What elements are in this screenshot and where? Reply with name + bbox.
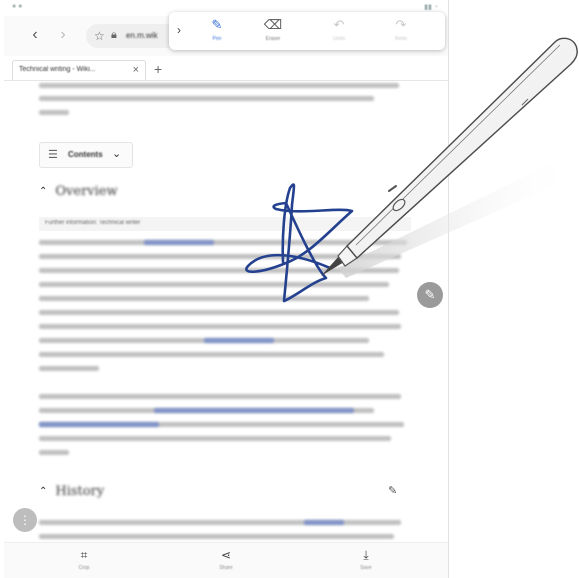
screen: ● ● ▮▮ ◔ ‹ › ☆ 🔒︎ en.m.wik Technical wri… bbox=[0, 0, 579, 578]
drawing-overlay bbox=[245, 37, 579, 303]
stylus-shadow bbox=[338, 150, 579, 278]
handwriting-stroke bbox=[245, 183, 354, 303]
s-pen-stylus bbox=[321, 37, 578, 276]
